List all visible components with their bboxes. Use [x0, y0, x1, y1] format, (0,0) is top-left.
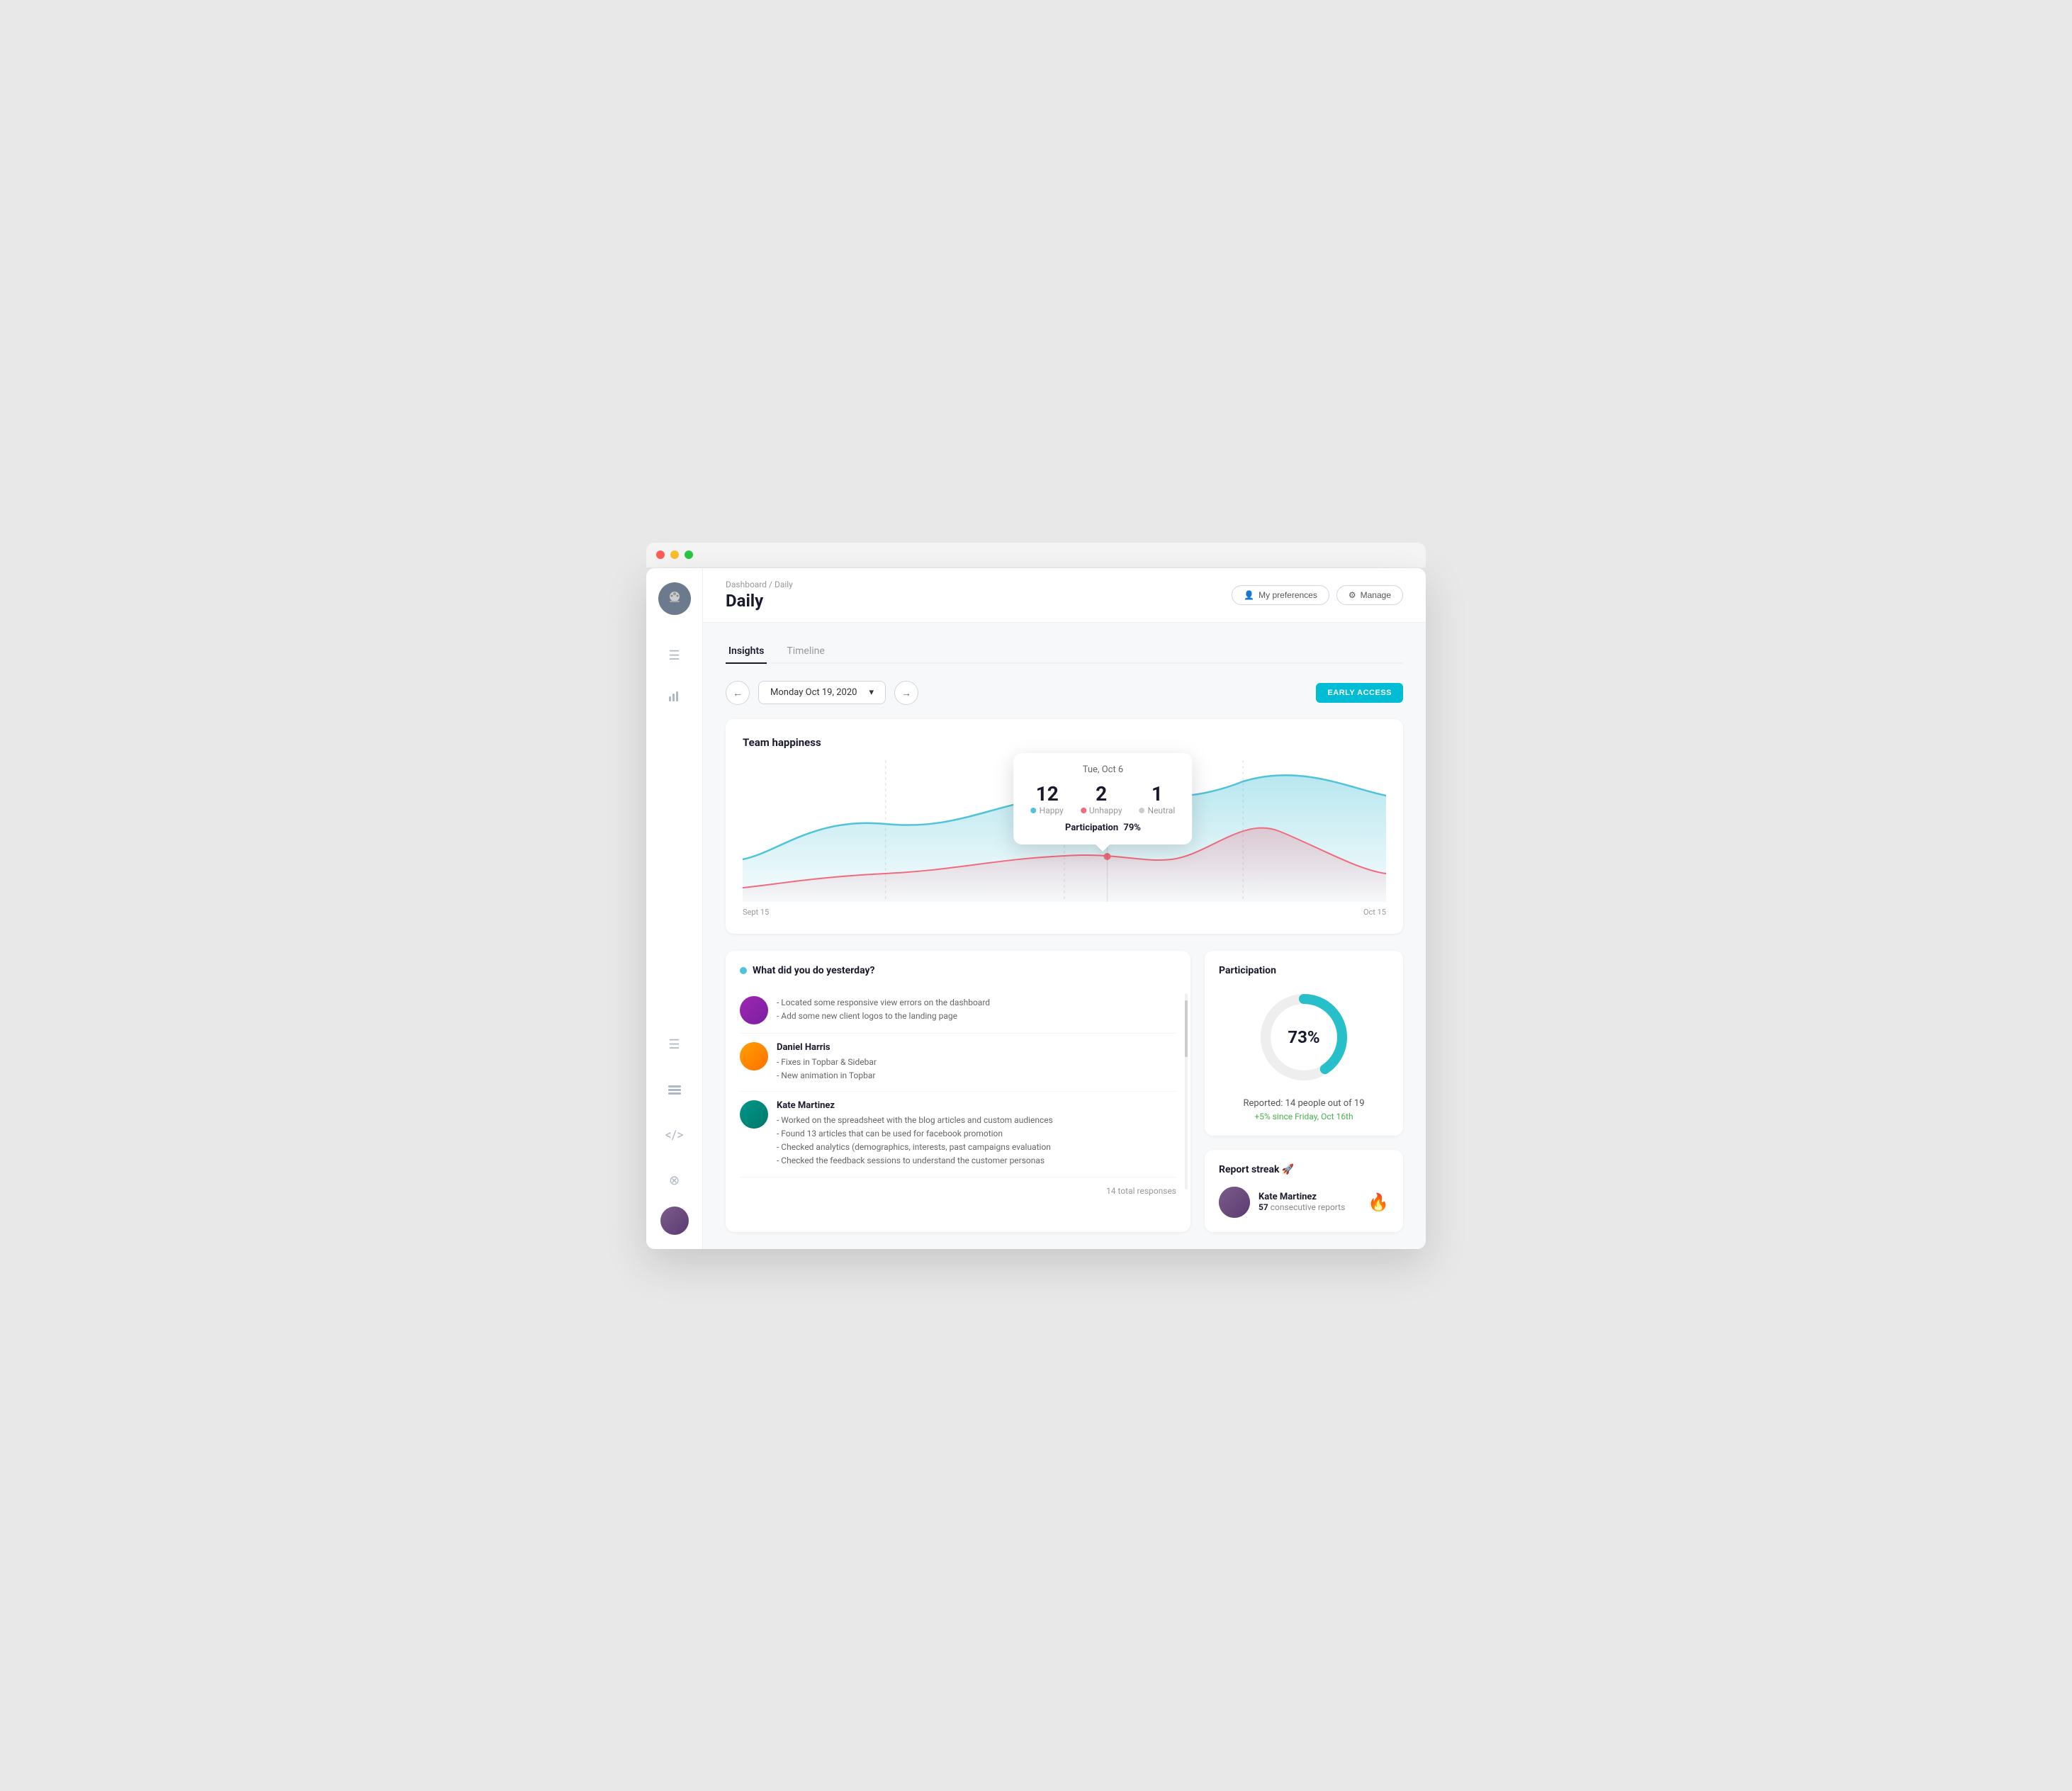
- streak-name: Kate Martinez: [1259, 1192, 1345, 1202]
- sidebar-rows-icon[interactable]: [660, 1076, 689, 1104]
- participation-card: Participation 73% Reported: 14 people ou…: [1205, 951, 1403, 1136]
- participation-change: +5% since Friday, Oct 16th: [1219, 1112, 1389, 1122]
- chart-tooltip: Tue, Oct 6 12 Happy: [1014, 753, 1193, 844]
- streak-title: Report streak 🚀: [1219, 1164, 1389, 1175]
- tab-insights[interactable]: Insights: [726, 640, 767, 664]
- preferences-button[interactable]: 👤 My preferences: [1232, 585, 1329, 605]
- streak-card: Report streak 🚀 Kate Martinez 57 cons: [1205, 1150, 1403, 1232]
- user-icon: 👤: [1244, 590, 1254, 600]
- manage-button[interactable]: ⚙ Manage: [1336, 585, 1403, 605]
- fire-icon: 🔥: [1368, 1192, 1389, 1212]
- page-title: Daily: [726, 591, 793, 611]
- tab-bar: Insights Timeline: [726, 640, 1403, 664]
- response-item: - Located some responsive view errors on…: [740, 988, 1176, 1034]
- streak-avatar: [1219, 1187, 1250, 1218]
- sidebar-settings-icon[interactable]: ⊗: [660, 1167, 689, 1195]
- chart-labels: Sept 15 Oct 15: [743, 908, 1386, 917]
- streak-item: Kate Martinez 57 consecutive reports 🔥: [1219, 1187, 1389, 1218]
- chart-title: Team happiness: [743, 736, 1386, 749]
- neutral-dot-icon: [1139, 808, 1145, 813]
- scrollbar-thumb[interactable]: [1185, 1000, 1188, 1057]
- chart-label-start: Sept 15: [743, 908, 769, 917]
- happy-dot-icon: [1031, 808, 1037, 813]
- chart-label-end: Oct 15: [1363, 908, 1386, 917]
- avatar-kate: [740, 1100, 768, 1129]
- tooltip-neutral: 1 Neutral: [1139, 782, 1176, 815]
- topbar: Dashboard / Daily Daily 👤 My preferences…: [703, 568, 1426, 623]
- sidebar-chart-icon[interactable]: [660, 682, 689, 710]
- app-avatar: [658, 582, 691, 615]
- streak-info: Kate Martinez 57 consecutive reports: [1259, 1192, 1345, 1212]
- tooltip-arrow: [1096, 844, 1110, 852]
- scrollbar-track: [1185, 993, 1188, 1190]
- responses-card: What did you do yesterday? - Located som…: [726, 951, 1190, 1232]
- response-content-0: - Located some responsive view errors on…: [777, 996, 990, 1024]
- participation-reported: Reported: 14 people out of 19: [1219, 1098, 1389, 1109]
- response-content-daniel: Daniel Harris - Fixes in Topbar & Sideba…: [777, 1042, 877, 1083]
- streak-count: 57 consecutive reports: [1259, 1202, 1345, 1212]
- avatar-daniel: [740, 1042, 768, 1070]
- gear-icon: ⚙: [1349, 590, 1356, 600]
- maximize-dot[interactable]: [685, 550, 693, 559]
- sidebar-menu-icon[interactable]: ☰: [660, 642, 689, 670]
- response-content-kate: Kate Martinez - Worked on the spreadshee…: [777, 1100, 1053, 1168]
- date-selector[interactable]: Monday Oct 19, 2020 ▾: [758, 681, 886, 704]
- donut-percent: 73%: [1288, 1027, 1319, 1047]
- chevron-down-icon: ▾: [869, 687, 874, 698]
- chart-area: Tue, Oct 6 12 Happy: [743, 760, 1386, 902]
- content-area: Insights Timeline ← Monday Oct 19, 2020 …: [703, 623, 1426, 1249]
- sidebar-code-icon[interactable]: </>: [660, 1122, 689, 1150]
- tooltip-date: Tue, Oct 6: [1031, 764, 1176, 775]
- early-access-button[interactable]: EARLY ACCESS: [1316, 683, 1403, 703]
- tooltip-stats: 12 Happy 2: [1031, 782, 1176, 815]
- topbar-actions: 👤 My preferences ⚙ Manage: [1232, 585, 1403, 605]
- response-item-kate: Kate Martinez - Worked on the spreadshee…: [740, 1092, 1176, 1177]
- close-dot[interactable]: [656, 550, 665, 559]
- donut-chart: 73%: [1254, 988, 1353, 1087]
- window-chrome: [646, 543, 1426, 568]
- response-item-daniel: Daniel Harris - Fixes in Topbar & Sideba…: [740, 1034, 1176, 1092]
- prev-date-button[interactable]: ←: [726, 681, 750, 705]
- next-date-button[interactable]: →: [894, 681, 918, 705]
- tooltip-unhappy: 2 Unhappy: [1081, 782, 1122, 815]
- right-column: Participation 73% Reported: 14 people ou…: [1205, 951, 1403, 1232]
- team-happiness-card: Team happiness Tue, Oct 6 12 Happy: [726, 719, 1403, 934]
- sidebar-bottom: ☰ </> ⊗: [660, 1025, 689, 1235]
- unhappy-dot-icon: [1081, 808, 1086, 813]
- blue-dot-icon: [740, 967, 747, 974]
- responses-footer: 14 total responses: [740, 1186, 1176, 1196]
- user-avatar[interactable]: [660, 1207, 689, 1235]
- main-content: Dashboard / Daily Daily 👤 My preferences…: [703, 568, 1426, 1249]
- date-navigation: ← Monday Oct 19, 2020 ▾ → EARLY ACCESS: [726, 681, 1403, 705]
- tab-timeline[interactable]: Timeline: [784, 640, 827, 664]
- bottom-grid: What did you do yesterday? - Located som…: [726, 951, 1403, 1232]
- minimize-dot[interactable]: [670, 550, 679, 559]
- tooltip-happy: 12 Happy: [1031, 782, 1064, 815]
- sidebar-list-icon[interactable]: ☰: [660, 1031, 689, 1059]
- participation-title: Participation: [1219, 965, 1389, 976]
- breadcrumb: Dashboard / Daily: [726, 580, 793, 589]
- sidebar: ☰ ☰ </> ⊗: [646, 568, 703, 1249]
- tooltip-participation: Participation 79%: [1031, 823, 1176, 833]
- responses-title: What did you do yesterday?: [740, 965, 1176, 976]
- avatar-0: [740, 996, 768, 1024]
